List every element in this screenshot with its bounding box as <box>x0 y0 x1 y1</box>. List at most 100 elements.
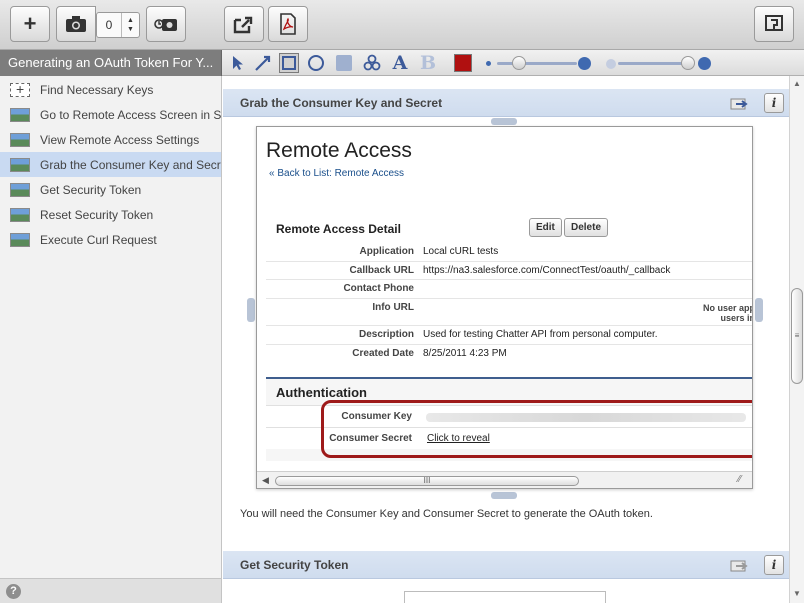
screenshot-thumbnail-icon <box>10 157 30 172</box>
line-tool[interactable] <box>253 53 273 73</box>
highlight-annotation[interactable] <box>321 400 752 458</box>
sidebar-item-label: Reset Security Token <box>40 207 154 222</box>
sidebar-item-label: Execute Curl Request <box>40 232 157 247</box>
right-resize-handle[interactable] <box>755 298 763 322</box>
sidebar-item-remote-access-screen[interactable]: Go to Remote Access Screen in S... <box>0 102 221 127</box>
no-user-notice: No user app users in <box>702 303 753 323</box>
sidebar-item-security-token[interactable]: Get Security Token <box>0 177 221 202</box>
spin-down-icon[interactable]: ▼ <box>127 25 134 34</box>
blur-icon <box>363 54 381 71</box>
detail-row-contact-phone: Contact Phone <box>266 280 752 299</box>
stroke-color-swatch[interactable] <box>454 54 472 72</box>
sidebar-item-reset-token[interactable]: Reset Security Token <box>0 202 221 227</box>
top-resize-handle[interactable] <box>491 118 517 125</box>
stroke-width-slider[interactable] <box>497 62 577 65</box>
publish-icon <box>765 15 783 31</box>
help-icon[interactable]: ? <box>6 584 21 599</box>
arrow-pointer-icon <box>233 56 243 70</box>
sidebar-item-view-settings[interactable]: View Remote Access Settings <box>0 127 221 152</box>
stroke-width-knob[interactable] <box>512 56 526 70</box>
detail-row-created-date: Created Date 8/25/2011 4:23 PM <box>266 345 752 364</box>
row-value: 8/25/2011 4:23 PM <box>423 348 507 359</box>
step-header: Get Security Token i <box>223 551 789 579</box>
step-title[interactable]: Grab the Consumer Key and Secret <box>240 96 442 110</box>
opacity-knob[interactable] <box>681 56 695 70</box>
step-header: Grab the Consumer Key and Secret i <box>223 89 789 117</box>
vertical-scroll-thumb[interactable]: ≡ <box>791 288 803 384</box>
plus-icon: + <box>23 11 37 36</box>
rectangle-icon <box>282 56 296 70</box>
authentication-heading: Authentication <box>276 385 367 400</box>
next-step-screenshot-preview <box>404 591 606 603</box>
screenshot-thumbnail-icon <box>10 107 30 122</box>
high-opacity-icon <box>698 57 711 70</box>
detail-row-callback: Callback URL https://na3.salesforce.com/C… <box>266 262 752 280</box>
camera-icon <box>66 16 86 32</box>
bottom-resize-handle[interactable] <box>491 492 517 499</box>
blur-tool[interactable] <box>362 53 382 73</box>
capture-delay-stepper[interactable]: 0 ▲ ▼ <box>96 12 140 38</box>
share-step-icon[interactable] <box>730 96 748 110</box>
sidebar-footer: ? <box>0 578 222 603</box>
row-label: Application <box>359 246 414 257</box>
capture-button[interactable] <box>56 6 96 42</box>
remote-access-detail-heading: Remote Access Detail <box>276 222 401 236</box>
detail-row-info-url: Info URL <box>266 299 752 326</box>
export-icon <box>233 16 253 34</box>
line-arrow-icon <box>255 55 271 71</box>
sidebar-item-grab-key[interactable]: Grab the Consumer Key and Secret <box>0 152 221 177</box>
camera-timer-icon <box>154 19 177 31</box>
screenshot-thumbnail-icon <box>10 182 30 197</box>
scroll-up-icon[interactable]: ▲ <box>793 79 801 88</box>
filled-rectangle-tool[interactable] <box>334 53 354 73</box>
step-description[interactable]: You will need the Consumer Key and Consu… <box>240 508 653 520</box>
step-editor: Grab the Consumer Key and Secret i Remot… <box>223 76 789 603</box>
detail-row-description: Description Used for testing Chatter API … <box>266 326 752 345</box>
pdf-export-button[interactable] <box>268 6 308 42</box>
annotation-toolbar: A B <box>222 50 804 76</box>
delete-button: Delete <box>564 218 609 237</box>
sidebar-item-label: Get Security Token <box>40 182 142 197</box>
ellipse-tool[interactable] <box>306 53 326 73</box>
back-to-list-link: « Back to List: Remote Access <box>269 168 405 179</box>
placeholder-thumbnail-icon <box>10 81 30 97</box>
step-info-button[interactable]: i <box>764 93 784 113</box>
main-vertical-scrollbar[interactable]: ▲ ≡ ▼ <box>789 76 804 603</box>
export-button[interactable] <box>224 6 264 42</box>
thin-stroke-icon <box>486 61 491 66</box>
capture-options-button[interactable] <box>146 6 186 42</box>
step-title[interactable]: Get Security Token <box>240 558 348 572</box>
row-label: Contact Phone <box>343 283 414 294</box>
sidebar-item-find-keys[interactable]: Find Necessary Keys <box>0 77 221 102</box>
filled-rectangle-icon <box>336 55 352 71</box>
pointer-tool[interactable] <box>228 53 248 73</box>
spin-up-icon[interactable]: ▲ <box>127 16 134 25</box>
screenshot-thumbnail-icon <box>10 132 30 147</box>
scroll-down-icon[interactable]: ▼ <box>793 589 801 598</box>
main-toolbar: + 0 ▲ ▼ <box>0 0 804 50</box>
sidebar-item-label: Grab the Consumer Key and Secret <box>40 157 221 172</box>
left-resize-handle[interactable] <box>247 298 255 322</box>
rectangle-tool[interactable] <box>279 53 299 73</box>
pdf-icon <box>280 13 296 35</box>
resize-corner-icon[interactable]: ⁄⁄ <box>738 474 741 485</box>
screenshot-horizontal-scrollbar[interactable]: ◀ III ⁄⁄ <box>257 471 752 488</box>
step-screenshot: Remote Access « Back to List: Remote Acc… <box>256 126 753 489</box>
publish-button[interactable] <box>754 6 794 42</box>
row-value: Used for testing Chatter API from person… <box>423 329 658 340</box>
scroll-left-icon[interactable]: ◀ <box>262 475 269 486</box>
sidebar-item-curl-request[interactable]: Execute Curl Request <box>0 227 221 252</box>
project-title[interactable]: Generating an OAuth Token For Y... <box>0 50 222 76</box>
share-step-icon[interactable] <box>730 558 748 572</box>
opacity-slider[interactable] <box>618 62 690 65</box>
bold-text-tool[interactable]: B <box>418 52 438 74</box>
horizontal-scroll-thumb[interactable]: III <box>275 476 579 486</box>
row-label: Info URL <box>372 302 414 313</box>
sidebar-item-label: Go to Remote Access Screen in S... <box>40 107 221 122</box>
screenshot-thumbnail-icon <box>10 232 30 247</box>
add-step-button[interactable]: + <box>10 6 50 42</box>
circle-icon <box>308 55 324 71</box>
sidebar-item-label: Find Necessary Keys <box>40 82 154 97</box>
step-info-button[interactable]: i <box>764 555 784 575</box>
text-tool[interactable]: A <box>390 52 410 74</box>
